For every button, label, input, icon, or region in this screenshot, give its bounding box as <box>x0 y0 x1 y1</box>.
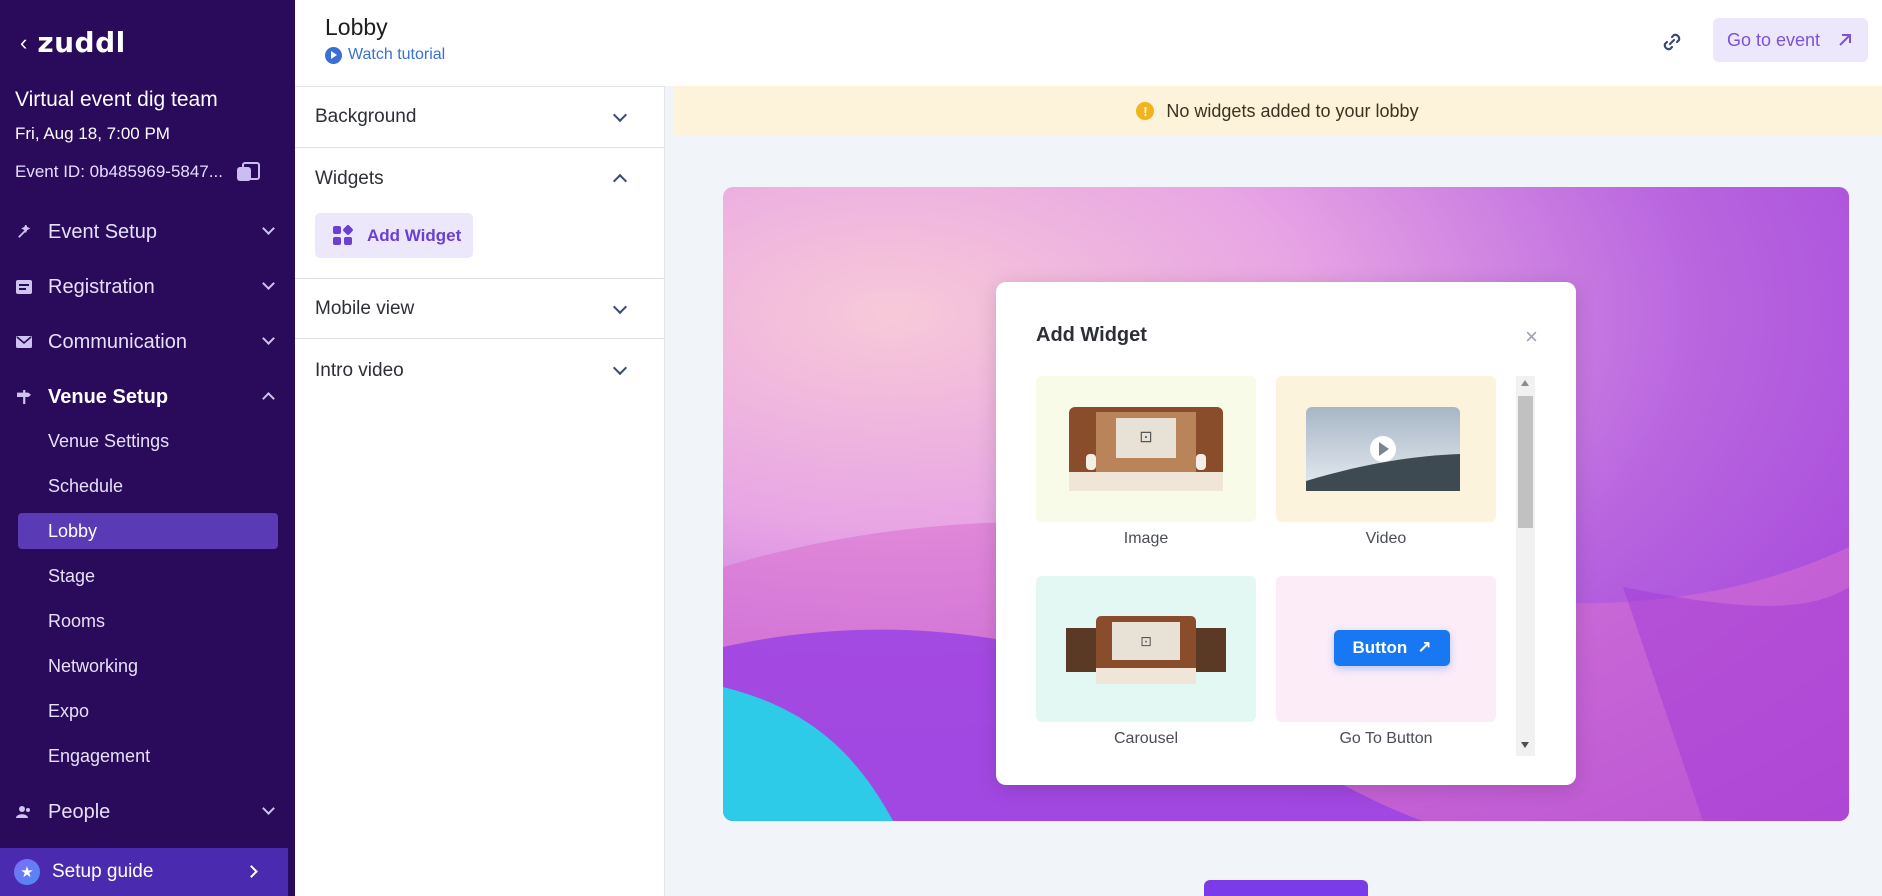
sidebar-item-engagement[interactable]: Engagement <box>18 738 278 774</box>
page-title: Lobby <box>325 14 388 40</box>
chevron-down-icon <box>262 222 275 235</box>
copy-icon[interactable] <box>236 162 260 182</box>
event-date: Fri, Aug 18, 7:00 PM <box>15 124 170 143</box>
scroll-up-icon[interactable] <box>1521 380 1529 386</box>
event-id-text: Event ID: 0b485969-5847... <box>15 162 223 181</box>
widget-label-go-to-button: Go To Button <box>1339 730 1433 747</box>
accordion-intro-video[interactable]: Intro video <box>295 340 665 401</box>
chevron-up-icon <box>262 392 275 405</box>
wand-icon <box>18 225 31 238</box>
chevron-down-icon <box>612 299 628 315</box>
chevron-up-icon <box>612 173 628 189</box>
sidebar-item-schedule[interactable]: Schedule <box>18 468 278 504</box>
event-name: Virtual event dig team <box>15 88 218 111</box>
warning-icon: ! <box>1136 102 1155 120</box>
star-icon: ★ <box>14 859 40 885</box>
brand[interactable]: ‹ zuddl <box>20 26 126 59</box>
widget-label-carousel: Carousel <box>1113 730 1179 747</box>
zuddl-logo: zuddl <box>37 26 126 59</box>
link-icon[interactable] <box>1658 28 1686 56</box>
go-to-event-button[interactable]: Go to event <box>1713 18 1868 62</box>
setup-guide-button[interactable]: ★ Setup guide <box>0 848 288 896</box>
carousel-widget-thumbnail: ⊡ <box>1066 616 1226 684</box>
close-icon[interactable]: × <box>1525 324 1538 350</box>
no-widgets-banner: ! No widgets added to your lobby <box>673 86 1882 136</box>
add-widget-button[interactable]: Add Widget <box>315 213 473 258</box>
sidebar-item-rooms[interactable]: Rooms <box>18 603 278 639</box>
mail-icon <box>16 336 32 348</box>
arrow-up-right-icon: ↗ <box>1417 638 1432 657</box>
back-icon[interactable]: ‹ <box>20 31 27 54</box>
external-arrow-icon <box>1839 34 1851 46</box>
signpost-icon <box>17 390 31 404</box>
nav-event-setup[interactable]: Event Setup <box>0 212 295 252</box>
form-icon <box>16 280 32 294</box>
chevron-down-icon <box>262 802 275 815</box>
svg-text:⊡: ⊡ <box>1139 429 1152 446</box>
watch-tutorial-link[interactable]: Watch tutorial <box>325 46 445 64</box>
sidebar-item-networking[interactable]: Networking <box>18 648 278 684</box>
scroll-down-icon[interactable] <box>1521 742 1529 748</box>
chevron-down-icon <box>612 360 628 376</box>
play-icon <box>325 46 342 64</box>
modal-title: Add Widget <box>1036 324 1147 346</box>
svg-text:⊡: ⊡ <box>1140 633 1152 649</box>
top-bar: Lobby Watch tutorial Go to event <box>295 0 1882 86</box>
widget-tile-video[interactable] <box>1276 376 1496 522</box>
chevron-down-icon <box>262 332 275 345</box>
lobby-settings-panel: Background Widgets Add Widget Mobile vie… <box>295 86 665 896</box>
sidebar-item-stage[interactable]: Stage <box>18 558 278 594</box>
nav-venue-setup[interactable]: Venue Setup <box>0 377 295 417</box>
widgets-icon <box>333 223 354 246</box>
image-widget-thumbnail: ⊡ <box>1069 407 1223 491</box>
accordion-background[interactable]: Background <box>295 87 665 148</box>
modal-scrollbar-thumb[interactable] <box>1518 396 1533 528</box>
sidebar-item-lobby[interactable]: Lobby <box>18 513 278 549</box>
widget-tile-image[interactable]: ⊡ <box>1036 376 1256 522</box>
event-id: Event ID: 0b485969-5847... <box>15 162 260 182</box>
sidebar: ‹ zuddl Virtual event dig team Fri, Aug … <box>0 0 295 896</box>
chevron-down-icon <box>612 107 628 123</box>
accordion-mobile-view[interactable]: Mobile view <box>295 278 665 339</box>
video-widget-thumbnail <box>1306 407 1460 491</box>
nav-registration[interactable]: Registration <box>0 267 295 307</box>
accordion-widgets[interactable]: Widgets <box>295 148 665 209</box>
sidebar-item-venue-settings[interactable]: Venue Settings <box>18 423 278 459</box>
widget-label-image: Image <box>1123 530 1169 547</box>
sidebar-item-expo[interactable]: Expo <box>18 693 278 729</box>
chevron-down-icon <box>262 277 275 290</box>
chevron-right-icon <box>245 865 258 878</box>
widget-label-video: Video <box>1365 530 1407 547</box>
widget-tile-carousel[interactable]: ⊡ <box>1036 576 1256 722</box>
bottom-action-button[interactable] <box>1204 880 1368 896</box>
button-preview: Button ↗ <box>1334 630 1450 666</box>
people-icon <box>16 806 30 818</box>
add-widget-modal: Add Widget × ⊡ Image Video ⊡ Carousel Bu… <box>996 282 1576 785</box>
nav-communication[interactable]: Communication <box>0 322 295 362</box>
widget-tile-go-to-button[interactable]: Button ↗ <box>1276 576 1496 722</box>
nav-people[interactable]: People <box>0 792 295 832</box>
